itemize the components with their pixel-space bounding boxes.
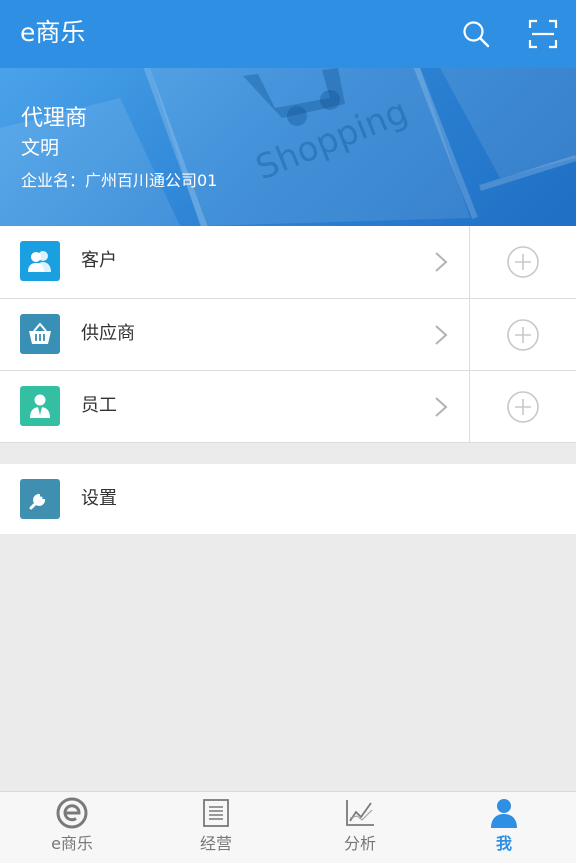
customers-label: 客户 [81,250,117,271]
scan-icon [528,19,558,49]
plus-circle-icon [507,318,539,351]
person-icon [487,797,521,829]
employees-item[interactable]: 员工 [0,371,469,442]
tab-business[interactable]: 经营 [144,792,288,863]
app-title: e商乐 [20,18,86,47]
list-icon [199,797,233,829]
plus-circle-icon [507,246,539,278]
suppliers-item[interactable]: 供应商 [0,299,469,370]
tab-analysis[interactable]: 分析 [288,792,432,863]
wrench-icon [20,479,60,519]
employees-label: 员工 [81,395,117,416]
add-customer-button[interactable] [469,226,576,298]
chevron-right-icon [435,325,448,345]
menu-row-employees: 员工 [0,370,576,442]
employee-icon [20,386,60,426]
tab-me-label: 我 [495,834,512,853]
user-name: 文明 [21,137,60,159]
bottom-tab-bar: e商乐 经营 分析 我 [0,791,576,863]
keyboard-background-art: Shopping [0,68,576,226]
app-bar: e商乐 [0,0,576,68]
scan-button[interactable] [523,14,563,54]
add-supplier-button[interactable] [469,299,576,370]
plus-circle-icon [507,390,539,423]
add-employee-button[interactable] [469,371,576,442]
chevron-right-icon [435,252,448,272]
contacts-icon [20,241,60,281]
tab-me[interactable]: 我 [432,792,576,863]
suppliers-label: 供应商 [81,323,135,344]
tab-analysis-label: 分析 [343,834,376,853]
tab-home-label: e商乐 [51,834,93,853]
company-name: 企业名：广州百川通公司01 [21,171,218,190]
basket-icon [20,314,60,354]
settings-item[interactable]: 设置 [0,464,576,534]
menu-row-suppliers: 供应商 [0,298,576,370]
settings-label: 设置 [81,488,117,509]
menu-group: 客户 供应商 员工 [0,226,576,443]
e-logo-icon [55,797,89,829]
menu-row-customers: 客户 [0,226,576,298]
search-icon [463,21,490,48]
tab-home[interactable]: e商乐 [0,792,144,863]
user-role: 代理商 [21,106,88,131]
search-button[interactable] [456,14,496,54]
chevron-right-icon [435,397,448,417]
chart-icon [343,797,377,829]
tab-business-label: 经营 [199,834,232,853]
customers-item[interactable]: 客户 [0,226,469,298]
profile-banner: Shopping 代理商 文明 企业名：广州百川通公司01 [0,68,576,226]
